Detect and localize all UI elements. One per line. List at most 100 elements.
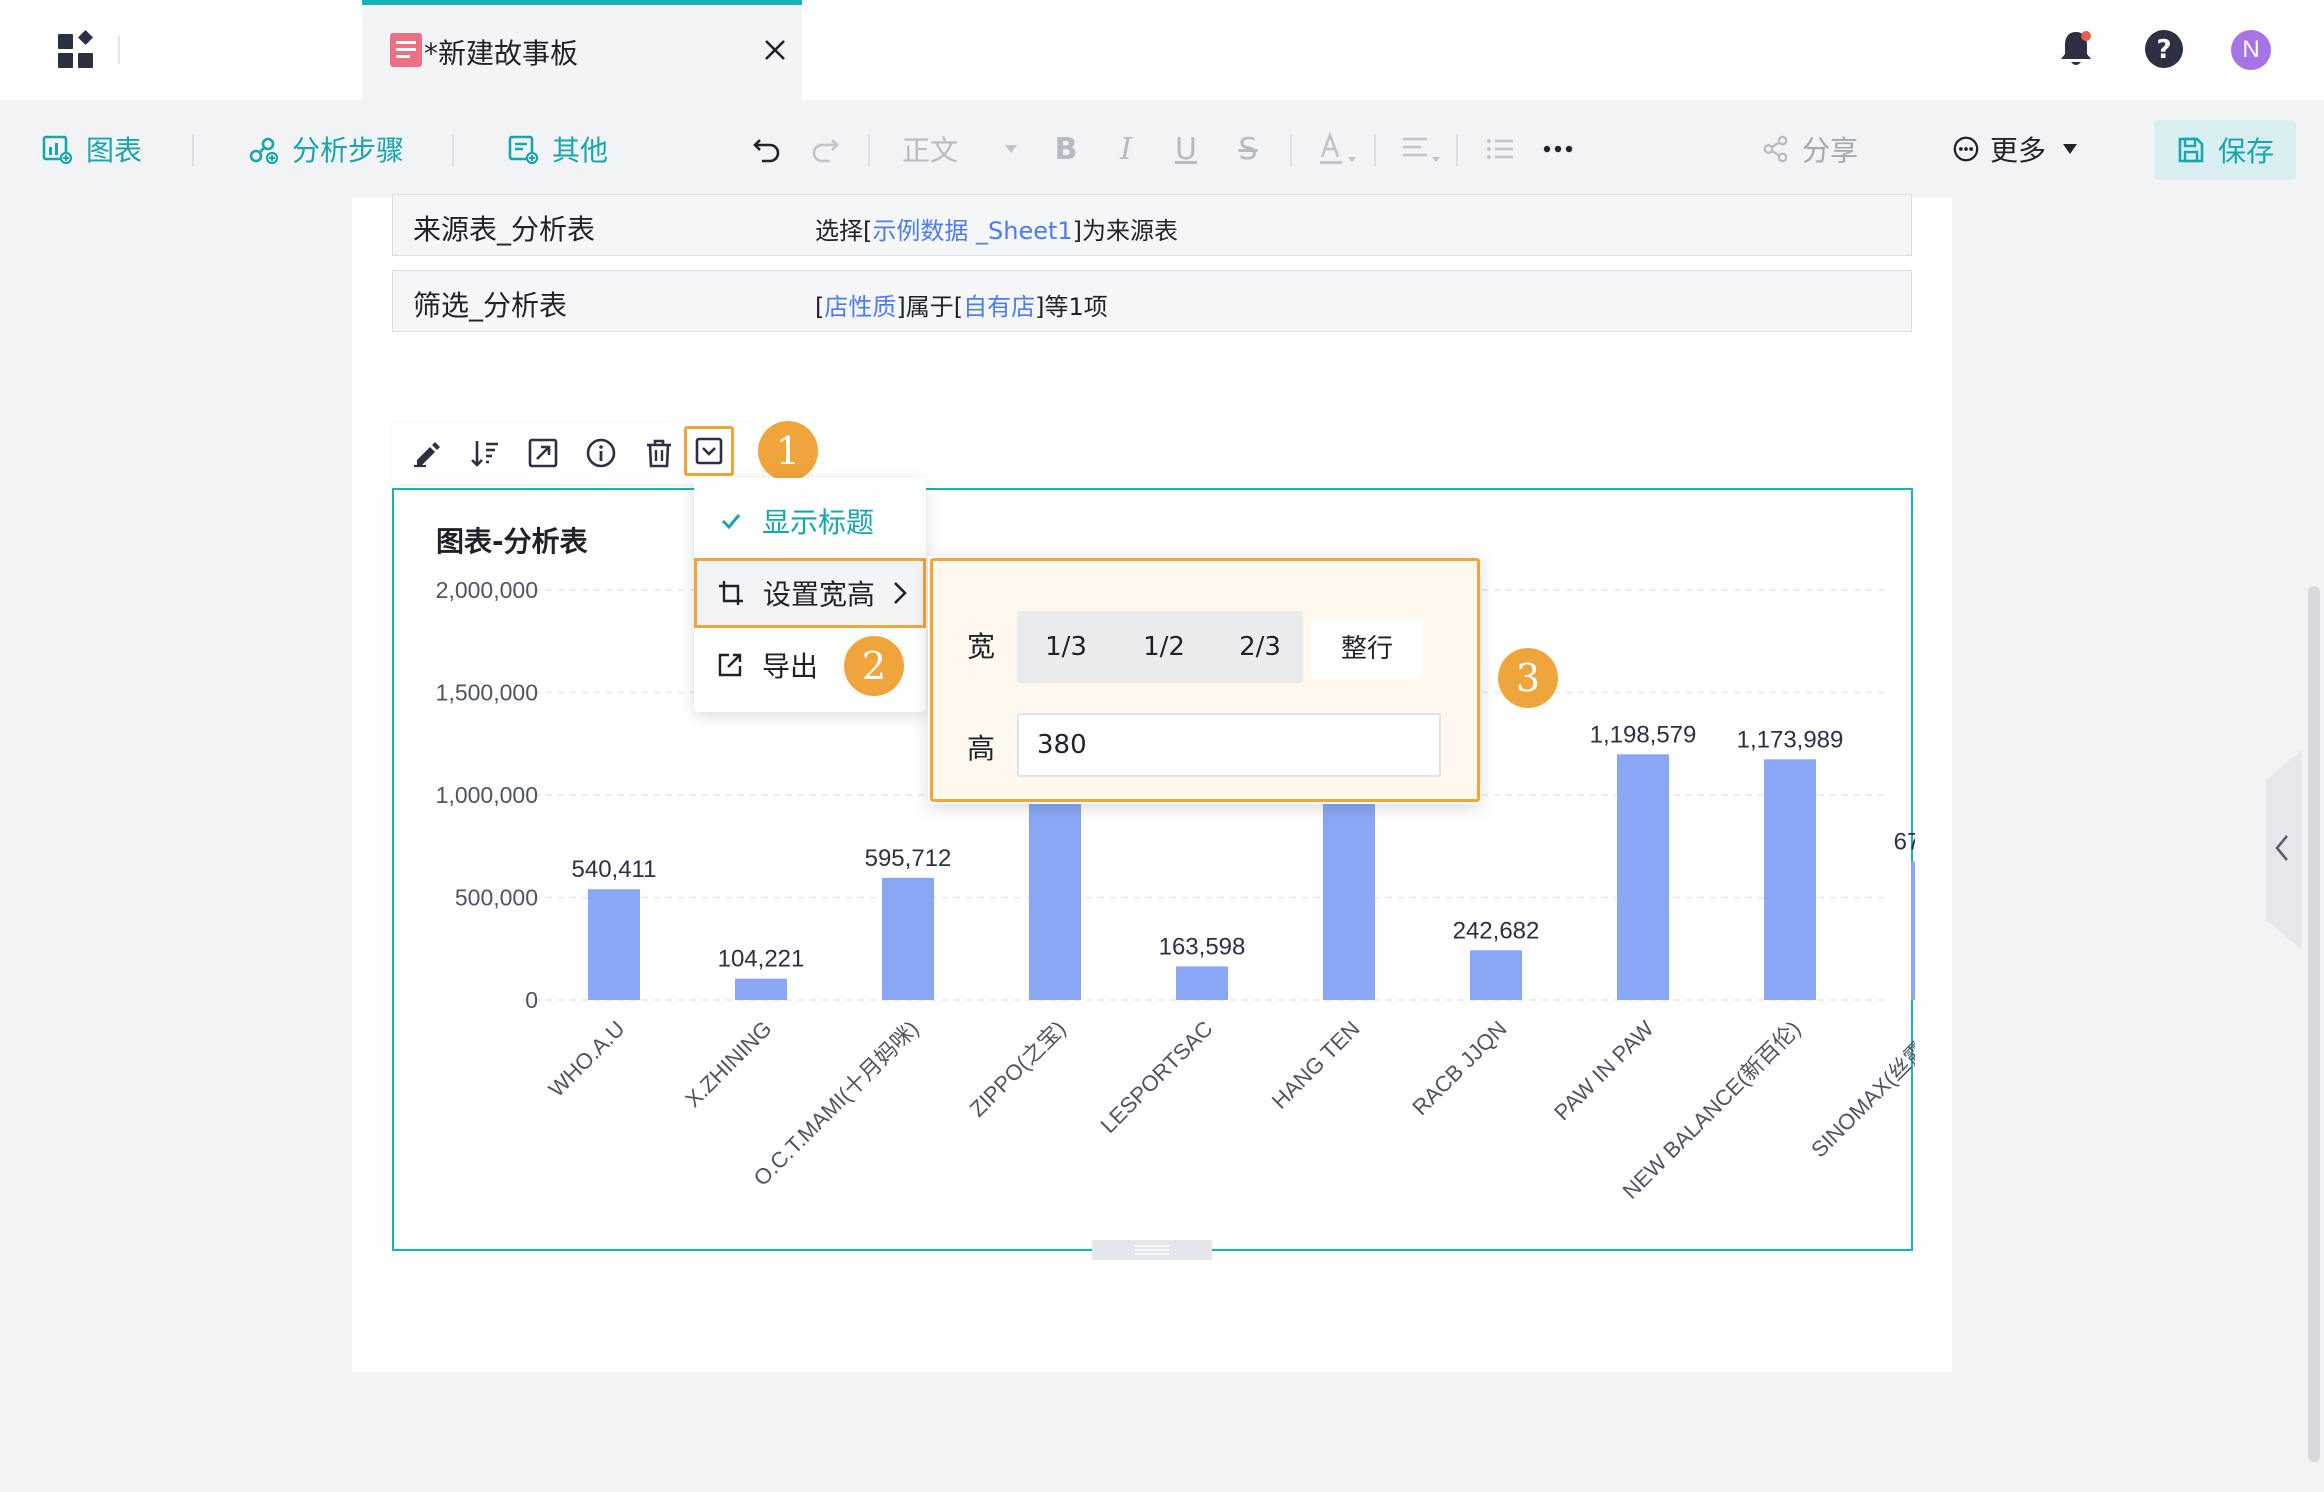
edit-icon <box>414 442 440 468</box>
size-settings-panel: 宽 1/3 1/2 2/3 整行 高 380 <box>928 556 1480 804</box>
bar <box>1029 784 1081 1000</box>
bar <box>1323 784 1375 1000</box>
step-desc-text: [ <box>815 293 825 321</box>
height-input[interactable]: 380 <box>1017 713 1441 777</box>
divider <box>868 134 870 166</box>
divider <box>118 36 120 64</box>
other-menu-label: 其他 <box>552 134 609 167</box>
align-button[interactable] <box>1398 126 1446 172</box>
analysis-step-source[interactable]: 来源表_分析表 选择[示例数据 _Sheet1]为来源表 <box>392 194 1912 256</box>
divider <box>1290 134 1292 166</box>
step-description: 选择[示例数据 _Sheet1]为来源表 <box>815 211 1178 246</box>
data-label: 1,198,579 <box>1590 721 1697 748</box>
chart-menu-button[interactable]: 图表 <box>42 126 142 172</box>
chart-title: 图表-分析表 <box>436 525 588 558</box>
tab-storyboard[interactable]: *新建故事板 <box>362 0 802 100</box>
resize-handle[interactable] <box>1092 1240 1212 1260</box>
checkmark-icon <box>721 514 741 530</box>
undo-button[interactable] <box>748 126 786 172</box>
list-button[interactable] <box>1482 126 1518 172</box>
avatar[interactable]: N <box>2231 30 2271 70</box>
x-tick-label: HANG TEN <box>1267 1016 1365 1114</box>
other-menu-button[interactable]: 其他 <box>508 126 608 172</box>
more-circle-icon <box>1953 136 1979 162</box>
text-style-select[interactable]: 正文 <box>902 126 1042 172</box>
underline-button[interactable]: U <box>1168 126 1204 172</box>
bar <box>1911 861 1915 1000</box>
step-badge-1: 1 <box>758 421 818 481</box>
step-desc-text: ]属于[ <box>896 293 964 321</box>
width-option-one-third[interactable]: 1/3 <box>1023 615 1109 679</box>
bell-icon[interactable] <box>2056 28 2096 70</box>
x-tick-label: SINOMAX(丝露梦) <box>1806 1016 1915 1162</box>
x-tick-label: WHO.A.U <box>544 1016 630 1102</box>
data-label: 675,735 <box>1894 828 1915 855</box>
analysis-steps-button[interactable]: 分析步骤 <box>248 126 404 172</box>
fullscreen-button[interactable] <box>526 436 560 470</box>
share-button[interactable]: 分享 <box>1762 126 1858 172</box>
source-table-link[interactable]: 示例数据 _Sheet1 <box>872 217 1072 245</box>
align-left-icon <box>1403 137 1440 162</box>
bold-button[interactable]: B <box>1048 126 1084 172</box>
bar <box>882 877 934 1000</box>
bar <box>1764 759 1816 1000</box>
save-label: 保存 <box>2217 135 2274 168</box>
data-label: 242,682 <box>1453 917 1540 944</box>
bold-icon: B <box>1054 131 1078 167</box>
help-icon[interactable]: ? <box>2145 30 2183 68</box>
filter-field-link[interactable]: 店性质 <box>824 293 896 321</box>
analysis-step-filter[interactable]: 筛选_分析表 [店性质]属于[自有店]等1项 <box>392 270 1912 332</box>
y-tick-label: 500,000 <box>455 885 538 911</box>
font-color-button[interactable] <box>1314 126 1362 172</box>
delete-button[interactable] <box>642 436 676 470</box>
redo-icon <box>812 139 839 163</box>
bar <box>735 978 787 1000</box>
undo-icon <box>753 139 780 163</box>
step-name: 筛选_分析表 <box>413 289 568 322</box>
chart-floating-toolbar <box>392 422 762 484</box>
edit-chart-button[interactable] <box>410 436 444 470</box>
chart-menu-label: 图表 <box>86 134 143 167</box>
chevron-down-box-icon <box>695 437 723 465</box>
expand-icon <box>528 438 558 468</box>
sort-icon <box>471 441 498 467</box>
x-tick-label: LESPORTSAC <box>1096 1016 1218 1138</box>
width-option-full-row[interactable]: 整行 <box>1311 619 1423 679</box>
more-button[interactable]: 更多 <box>1952 126 2078 172</box>
document-icon <box>390 33 422 67</box>
menu-item-show-title[interactable]: 显示标题 <box>694 486 926 556</box>
y-tick-label: 1,000,000 <box>436 782 538 808</box>
italic-button[interactable]: I <box>1108 126 1144 172</box>
close-icon[interactable] <box>762 37 788 63</box>
step-desc-text: 选择[ <box>815 217 873 245</box>
list-icon <box>1487 139 1513 159</box>
x-tick-label: PAW IN PAW <box>1549 1016 1658 1125</box>
width-label: 宽 <box>967 630 996 663</box>
x-tick-label: ZIPPO(之宝) <box>965 1016 1071 1122</box>
more-label: 更多 <box>1990 134 2047 167</box>
x-tick-label: X.ZHINING <box>680 1016 776 1112</box>
divider <box>1374 134 1376 166</box>
width-option-two-thirds[interactable]: 2/3 <box>1217 615 1303 679</box>
underline-icon: U <box>1175 131 1197 167</box>
width-option-half[interactable]: 1/2 <box>1121 615 1207 679</box>
vertical-scrollbar[interactable] <box>2308 586 2320 1462</box>
ellipsis-icon <box>1543 145 1573 153</box>
chevron-left-icon[interactable] <box>2274 834 2290 862</box>
menu-item-set-size[interactable]: 设置宽高 <box>694 558 926 628</box>
strikethrough-button[interactable]: S <box>1230 126 1266 172</box>
save-button[interactable]: 保存 <box>2154 120 2296 180</box>
info-button[interactable] <box>584 436 618 470</box>
redo-button[interactable] <box>806 126 844 172</box>
save-icon <box>2178 137 2204 163</box>
font-color-icon <box>1320 131 1356 164</box>
trash-icon <box>647 439 671 468</box>
sort-button[interactable] <box>468 436 502 470</box>
divider <box>1456 134 1458 166</box>
drag-handle-icon <box>1135 1245 1169 1255</box>
more-format-button[interactable] <box>1540 126 1576 172</box>
filter-value-link[interactable]: 自有店 <box>963 293 1035 321</box>
chart-options-dropdown-button[interactable] <box>684 426 734 476</box>
y-tick-label: 2,000,000 <box>436 577 538 603</box>
app-grid-icon[interactable] <box>58 30 96 68</box>
